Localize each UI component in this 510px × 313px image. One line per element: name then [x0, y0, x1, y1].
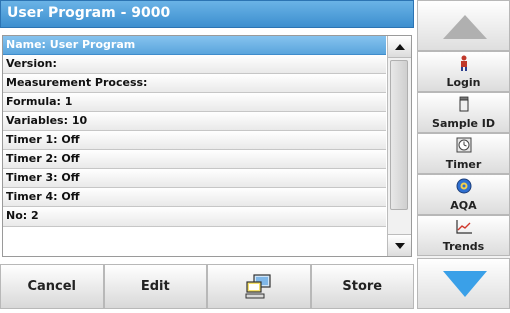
list-item-timer-2[interactable]: Timer 2: Off [3, 150, 386, 169]
list-item-version[interactable]: Version: [3, 55, 386, 74]
edit-button[interactable]: Edit [103, 264, 207, 309]
trends-label: Trends [442, 240, 485, 253]
list-item-measurement-process[interactable]: Measurement Process: [3, 74, 386, 93]
list-item-no[interactable]: No: 2 [3, 207, 386, 227]
list-item-timer-1[interactable]: Timer 1: Off [3, 131, 386, 150]
computer-icon [245, 273, 271, 298]
list-item-timer-3[interactable]: Timer 3: Off [3, 169, 386, 188]
down-arrow-icon [443, 271, 487, 297]
list-item-variables[interactable]: Variables: 10 [3, 112, 386, 131]
aqa-globe-icon [456, 178, 472, 194]
login-button[interactable]: Login [417, 51, 510, 92]
scroll-up-button[interactable] [388, 36, 411, 58]
page-title: User Program - 9000 [7, 5, 171, 21]
timer-label: Timer [445, 158, 482, 171]
login-person-icon [461, 55, 467, 71]
computer-button[interactable] [207, 264, 311, 309]
list-item-formula[interactable]: Formula: 1 [3, 93, 386, 112]
list-item-timer-4[interactable]: Timer 4: Off [3, 188, 386, 207]
trends-chart-icon [456, 220, 472, 234]
sample-id-label: Sample ID [432, 117, 495, 130]
scrollbar-thumb[interactable] [390, 60, 408, 210]
timer-clock-icon [456, 137, 472, 153]
login-label: Login [446, 76, 481, 89]
scroll-down-button[interactable] [388, 234, 411, 256]
aqa-button[interactable]: AQA [417, 174, 510, 215]
page-up-button[interactable] [417, 0, 510, 51]
up-arrow-icon [443, 15, 487, 39]
sample-container-icon [459, 96, 469, 112]
scroll-up-arrow-icon [395, 44, 405, 50]
title-bar: User Program - 9000 [0, 0, 414, 28]
cancel-button[interactable]: Cancel [0, 264, 104, 309]
sample-id-button[interactable]: Sample ID [417, 92, 510, 133]
aqa-label: AQA [450, 199, 477, 212]
right-sidebar: Login Sample ID Timer AQA Trends [417, 0, 510, 309]
bottom-action-bar: Cancel Edit Store [0, 264, 414, 309]
page-down-button[interactable] [417, 258, 510, 309]
list-item-name[interactable]: Name: User Program [3, 36, 386, 55]
scroll-down-arrow-icon [395, 243, 405, 249]
trends-button[interactable]: Trends [417, 215, 510, 256]
store-button[interactable]: Store [310, 264, 414, 309]
timer-button[interactable]: Timer [417, 133, 510, 174]
program-parameter-list[interactable]: Name: User Program Version: Measurement … [2, 35, 412, 257]
list-scrollbar[interactable] [387, 36, 411, 256]
